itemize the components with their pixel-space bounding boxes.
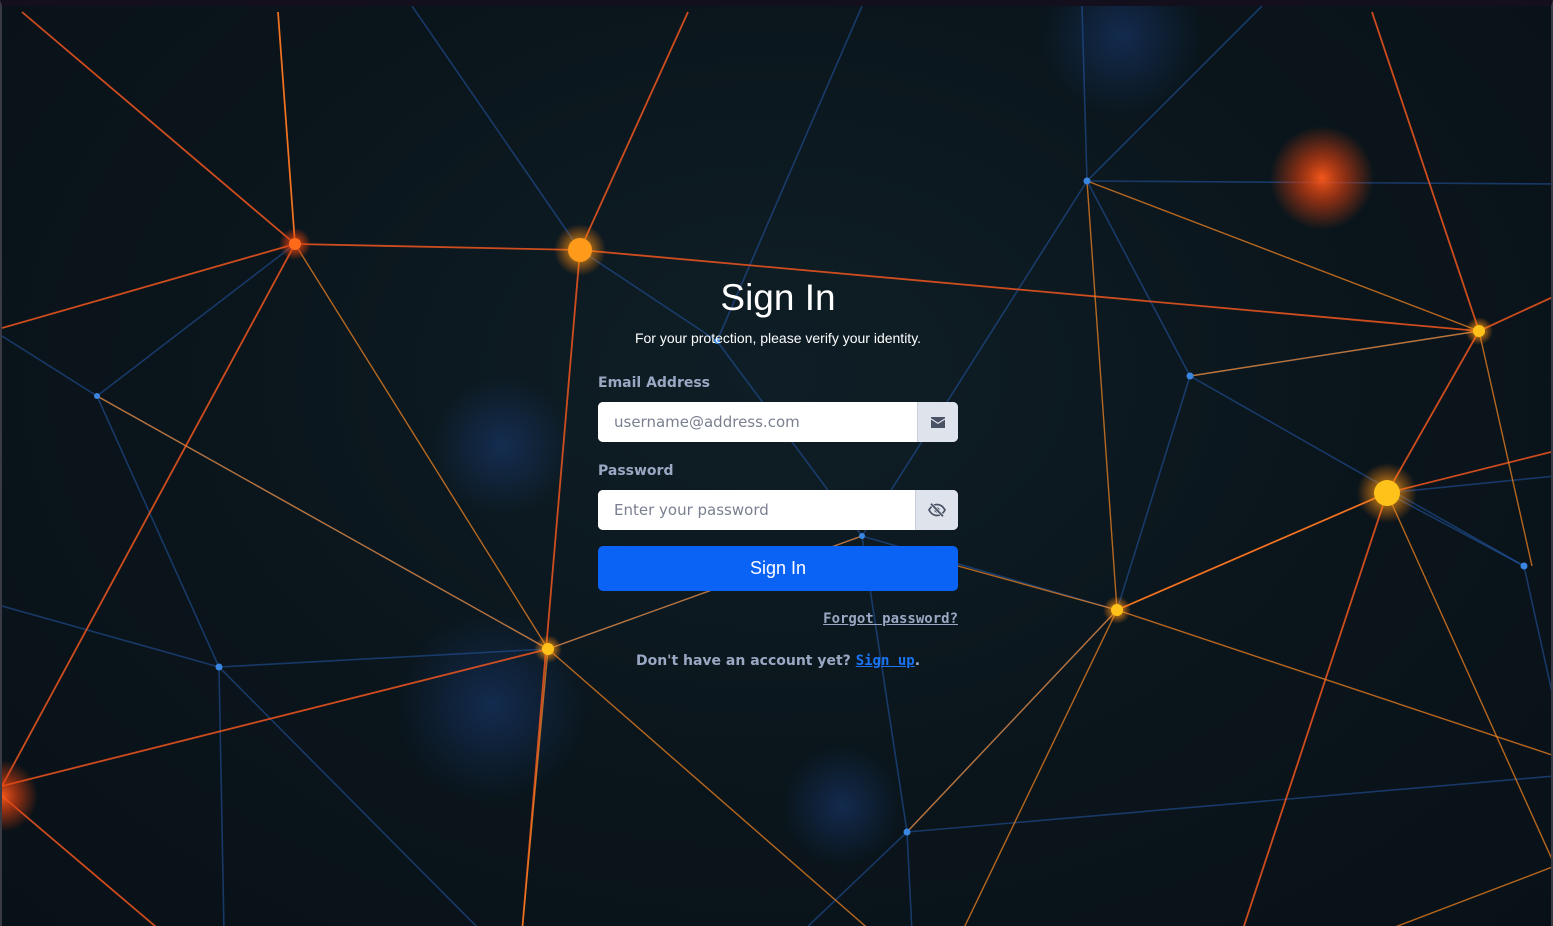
email-field[interactable] <box>598 402 917 442</box>
email-label: Email Address <box>598 375 711 391</box>
password-field[interactable] <box>598 490 915 530</box>
sign-in-form: Sign In For your protection, please veri… <box>598 274 958 671</box>
sign-up-prompt-text: Don't have an account yet? <box>635 653 856 669</box>
eye-slash-icon <box>928 503 946 517</box>
forgot-password-link[interactable]: Forgot password? <box>823 611 958 627</box>
forgot-password-row: Forgot password? <box>598 609 958 629</box>
password-label: Password <box>598 463 674 479</box>
email-addon <box>917 402 958 442</box>
envelope-icon <box>931 416 945 428</box>
sign-in-button[interactable]: Sign In <box>598 546 958 591</box>
sign-in-page: Sign In For your protection, please veri… <box>0 0 1553 926</box>
password-input-group <box>598 490 958 530</box>
email-input-group <box>598 402 958 442</box>
sign-up-prompt: Don't have an account yet? Sign up. <box>598 651 958 671</box>
page-subtitle: For your protection, please verify your … <box>634 330 922 346</box>
toggle-password-visibility[interactable] <box>915 490 958 530</box>
sign-up-link[interactable]: Sign up <box>856 653 915 669</box>
page-title: Sign In <box>720 277 836 318</box>
sign-up-suffix: . <box>914 653 921 669</box>
